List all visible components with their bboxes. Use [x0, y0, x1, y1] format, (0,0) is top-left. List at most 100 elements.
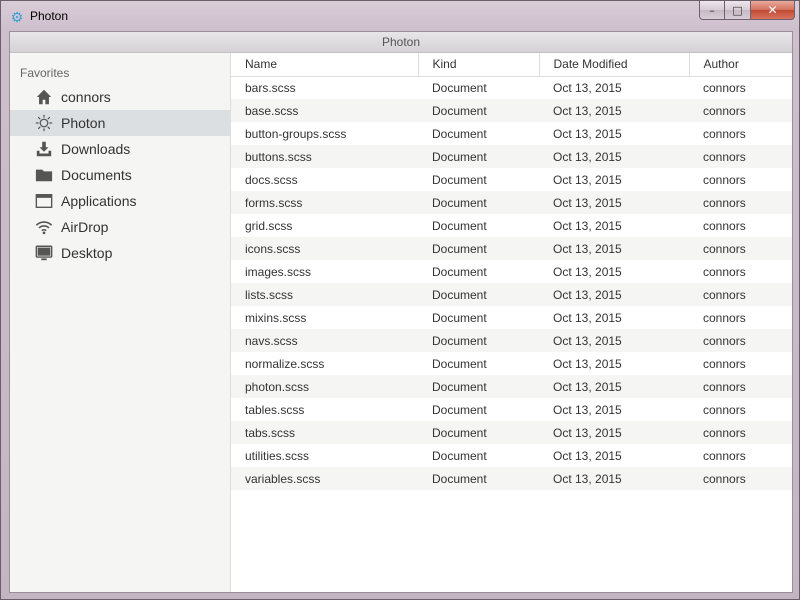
table-row[interactable]: navs.scss Document Oct 13, 2015 connors [231, 329, 792, 352]
file-name-cell: tables.scss [245, 402, 305, 417]
table-row[interactable]: photon.scss Document Oct 13, 2015 connors [231, 375, 792, 398]
app-client-area: Photon Favorites connors Photon Download… [9, 31, 793, 593]
file-kind-cell: Document [418, 375, 539, 398]
file-author-cell: connors [703, 310, 746, 325]
file-kind-cell: Document [432, 264, 487, 279]
file-kind-cell: Document [418, 99, 539, 122]
file-kind-cell: Document [432, 310, 487, 325]
file-date-cell: Oct 13, 2015 [539, 237, 689, 260]
file-kind-cell: Document [432, 80, 487, 95]
file-kind-cell: Document [418, 283, 539, 306]
app-toolbar-title: Photon [10, 32, 792, 53]
table-row[interactable]: grid.scss Document Oct 13, 2015 connors [231, 214, 792, 237]
window-frame: ⚙ Photon – □ ✕ Photon Favorites connors [0, 0, 800, 600]
file-date-cell: Oct 13, 2015 [539, 375, 689, 398]
app-gear-icon: ⚙ [10, 9, 24, 25]
file-name-cell: navs.scss [231, 329, 418, 352]
file-date-cell: Oct 13, 2015 [553, 402, 622, 417]
table-row[interactable]: button-groups.scss Document Oct 13, 2015 co… [231, 122, 792, 145]
file-name-cell: bars.scss [245, 80, 296, 95]
sidebar-item-label: Desktop [61, 245, 113, 261]
file-kind-cell: Document [432, 126, 487, 141]
table-row[interactable]: normalize.scss Document Oct 13, 2015 connor… [231, 352, 792, 375]
file-author-cell: connors [703, 264, 746, 279]
sidebar-item-airdrop[interactable]: AirDrop [10, 214, 230, 240]
table-row[interactable]: base.scss Document Oct 13, 2015 connors [231, 99, 792, 122]
column-header-author[interactable]: Author [689, 53, 792, 77]
file-kind-cell: Document [418, 145, 539, 168]
file-name-cell: grid.scss [245, 218, 293, 233]
table-row[interactable]: docs.scss Document Oct 13, 2015 connors [231, 168, 792, 191]
sidebar-item-connors[interactable]: connors [10, 84, 230, 110]
table-row[interactable]: mixins.scss Document Oct 13, 2015 connors [231, 306, 792, 329]
file-kind-cell: Document [418, 191, 539, 214]
sidebar-item-label: Applications [61, 193, 137, 209]
table-row[interactable]: lists.scss Document Oct 13, 2015 connors [231, 283, 792, 306]
sidebar-item-label: Documents [61, 167, 132, 183]
file-kind-cell: Document [432, 402, 487, 417]
table-row[interactable]: icons.scss Document Oct 13, 2015 connors [231, 237, 792, 260]
folder-icon [34, 165, 54, 185]
home-icon [34, 87, 54, 107]
sidebar-item-desktop[interactable]: Desktop [10, 240, 230, 266]
sidebar-item-downloads[interactable]: Downloads [10, 136, 230, 162]
file-name-cell: images.scss [245, 264, 312, 279]
table-row[interactable]: utilities.scss Document Oct 13, 2015 connor… [231, 444, 792, 467]
minimize-button[interactable]: – [699, 1, 725, 20]
close-button[interactable]: ✕ [751, 1, 795, 20]
sidebar: Favorites connors Photon Downloads Docum… [10, 53, 231, 592]
maximize-button[interactable]: □ [725, 1, 751, 20]
file-name-cell: utilities.scss [245, 448, 310, 463]
file-author-cell: connors [703, 126, 746, 141]
table-row[interactable]: bars.scss Document Oct 13, 2015 connors [231, 76, 792, 99]
file-kind-cell: Document [418, 421, 539, 444]
sidebar-item-documents[interactable]: Documents [10, 162, 230, 188]
file-author-cell: connors [689, 421, 792, 444]
table-row[interactable]: buttons.scss Document Oct 13, 2015 connors [231, 145, 792, 168]
file-kind-cell: Document [432, 172, 487, 187]
file-name-cell: normalize.scss [245, 356, 325, 371]
column-header-date-modified[interactable]: Date Modified [539, 53, 690, 77]
window-icon [34, 191, 54, 211]
table-row[interactable]: images.scss Document Oct 13, 2015 connors [231, 260, 792, 283]
file-date-cell: Oct 13, 2015 [553, 310, 622, 325]
file-author-cell: connors [703, 402, 746, 417]
file-author-cell: connors [689, 237, 792, 260]
window-title: Photon [30, 9, 69, 23]
file-kind-cell: Document [432, 356, 487, 371]
file-author-cell: connors [689, 191, 792, 214]
file-name-cell: buttons.scss [231, 145, 418, 168]
table-row[interactable]: variables.scss Document Oct 13, 2015 connor… [231, 467, 792, 490]
monitor-icon [34, 243, 54, 263]
file-date-cell: Oct 13, 2015 [553, 356, 622, 371]
file-name-cell: mixins.scss [245, 310, 307, 325]
file-kind-cell: Document [432, 218, 487, 233]
table-row[interactable]: forms.scss Document Oct 13, 2015 connors [231, 191, 792, 214]
sidebar-item-applications[interactable]: Applications [10, 188, 230, 214]
file-author-cell: connors [689, 283, 792, 306]
sidebar-item-photon[interactable]: Photon [10, 110, 230, 136]
file-name-cell: lists.scss [231, 283, 418, 306]
file-date-cell: Oct 13, 2015 [553, 126, 622, 141]
table-row[interactable]: tabs.scss Document Oct 13, 2015 connors [231, 421, 792, 444]
sidebar-header: Favorites [20, 66, 70, 80]
file-kind-cell: Document [418, 467, 539, 490]
title-bar[interactable]: ⚙ Photon – □ ✕ [1, 1, 800, 31]
file-author-cell: connors [689, 329, 792, 352]
column-header-kind[interactable]: Kind [418, 53, 540, 77]
file-name-cell: photon.scss [231, 375, 418, 398]
table-row[interactable]: tables.scss Document Oct 13, 2015 connors [231, 398, 792, 421]
file-table: Name Kind Date Modified Author bars.scss… [231, 53, 792, 490]
file-author-cell: connors [703, 448, 746, 463]
file-author-cell: connors [689, 467, 792, 490]
photon-icon [34, 113, 54, 133]
file-name-cell: tabs.scss [231, 421, 418, 444]
file-date-cell: Oct 13, 2015 [539, 191, 689, 214]
window-controls: – □ ✕ [699, 1, 795, 21]
file-date-cell: Oct 13, 2015 [539, 329, 689, 352]
column-header-name[interactable]: Name [231, 53, 419, 77]
file-date-cell: Oct 13, 2015 [553, 172, 622, 187]
file-author-cell: connors [703, 356, 746, 371]
file-date-cell: Oct 13, 2015 [539, 99, 689, 122]
file-name-cell: button-groups.scss [245, 126, 347, 141]
